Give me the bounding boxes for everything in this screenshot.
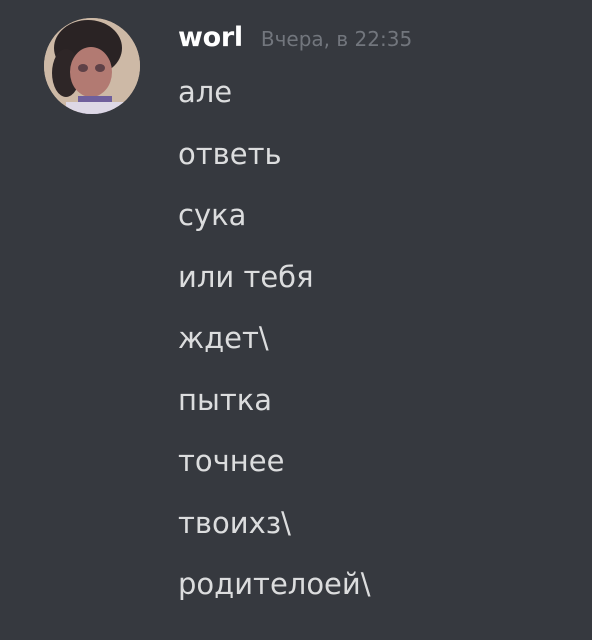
- message-line[interactable]: пытка: [178, 380, 371, 442]
- avatar-photo-icon: [44, 18, 140, 114]
- message-list: але ответь сука или тебя ждет\ пытка точ…: [178, 72, 371, 626]
- username[interactable]: worl: [178, 22, 243, 53]
- message-line[interactable]: але: [178, 72, 371, 134]
- message-line[interactable]: ждет\: [178, 318, 371, 380]
- message-line[interactable]: или тебя: [178, 257, 371, 319]
- message-line[interactable]: твоихз\: [178, 503, 371, 565]
- timestamp: Вчера, в 22:35: [260, 27, 413, 51]
- user-avatar[interactable]: [44, 18, 140, 114]
- message-header: worl Вчера, в 22:35: [178, 22, 412, 53]
- message-line[interactable]: сука: [178, 195, 371, 257]
- chat-view: worl Вчера, в 22:35 але ответь сука или …: [0, 0, 592, 640]
- message-line[interactable]: ответь: [178, 134, 371, 196]
- message-line[interactable]: точнее: [178, 441, 371, 503]
- message-line[interactable]: родителоей\: [178, 564, 371, 626]
